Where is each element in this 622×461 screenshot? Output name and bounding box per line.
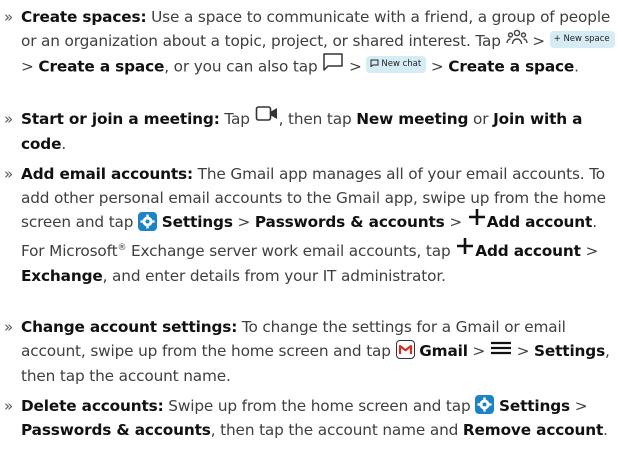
item-text: Start or join a meeting: Tap , then tap … bbox=[21, 105, 618, 156]
bullet-glyph: » bbox=[4, 318, 14, 336]
create-space-label: Create a space bbox=[448, 57, 575, 76]
item-title: Create spaces: bbox=[21, 8, 147, 26]
chat-bubble-icon bbox=[370, 59, 379, 68]
item-text: Add email accounts: The Gmail app manage… bbox=[21, 165, 606, 285]
item-text: Change account settings: To change the s… bbox=[21, 318, 610, 385]
bullet-glyph: » bbox=[4, 165, 14, 183]
plus-icon[interactable] bbox=[467, 208, 487, 233]
settings-gear-icon[interactable] bbox=[475, 395, 495, 414]
item-title: Start or join a meeting: bbox=[21, 110, 220, 128]
list-item-add-email: » Add email accounts: The Gmail app mana… bbox=[0, 162, 618, 288]
list-item-create-spaces: » Create spaces: Use a space to communic… bbox=[0, 5, 618, 80]
item-text: Delete accounts: Swipe up from the home … bbox=[21, 395, 608, 440]
people-icon[interactable] bbox=[505, 28, 528, 52]
settings-gear-icon[interactable] bbox=[138, 211, 158, 231]
video-camera-icon[interactable] bbox=[255, 105, 279, 129]
item-text: Create spaces: Use a space to communicat… bbox=[21, 5, 618, 80]
add-account-label: Add account bbox=[486, 213, 593, 232]
new-space-chip[interactable]: + New space bbox=[549, 31, 615, 49]
help-page: » Create spaces: Use a space to communic… bbox=[0, 0, 622, 461]
bullet-glyph: » bbox=[4, 397, 14, 415]
list-item-meeting: » Start or join a meeting: Tap , then ta… bbox=[0, 105, 618, 156]
new-meeting-label: New meeting bbox=[356, 110, 469, 128]
gmail-icon[interactable] bbox=[395, 340, 415, 360]
passwords-accounts-label: Passwords & accounts bbox=[254, 213, 445, 232]
list-item-delete-accounts: » Delete accounts: Swipe up from the hom… bbox=[0, 394, 618, 442]
plus-icon[interactable] bbox=[455, 237, 475, 262]
exchange-label: Exchange bbox=[21, 266, 103, 285]
new-chat-chip[interactable]: New chat bbox=[366, 56, 427, 74]
create-space-label: Create a space bbox=[38, 57, 165, 76]
menu-icon[interactable] bbox=[490, 338, 512, 362]
remove-account-label: Remove account bbox=[462, 421, 604, 440]
item-title: Delete accounts: bbox=[21, 397, 164, 415]
registered-mark: ® bbox=[117, 242, 127, 253]
add-account-label: Add account bbox=[475, 241, 581, 260]
list-item-change-settings: » Change account settings: To change the… bbox=[0, 315, 618, 388]
gmail-label: Gmail bbox=[419, 342, 468, 361]
item-title: Add email accounts: bbox=[21, 165, 193, 183]
settings-label: Settings bbox=[534, 342, 606, 361]
item-title: Change account settings: bbox=[21, 318, 238, 336]
bullet-glyph: » bbox=[4, 8, 14, 26]
passwords-accounts-label: Passwords & accounts bbox=[21, 421, 211, 440]
chat-bubble-icon[interactable] bbox=[322, 52, 344, 78]
bullet-glyph: » bbox=[4, 110, 14, 128]
settings-label: Settings bbox=[499, 397, 571, 415]
settings-label: Settings bbox=[161, 213, 233, 232]
